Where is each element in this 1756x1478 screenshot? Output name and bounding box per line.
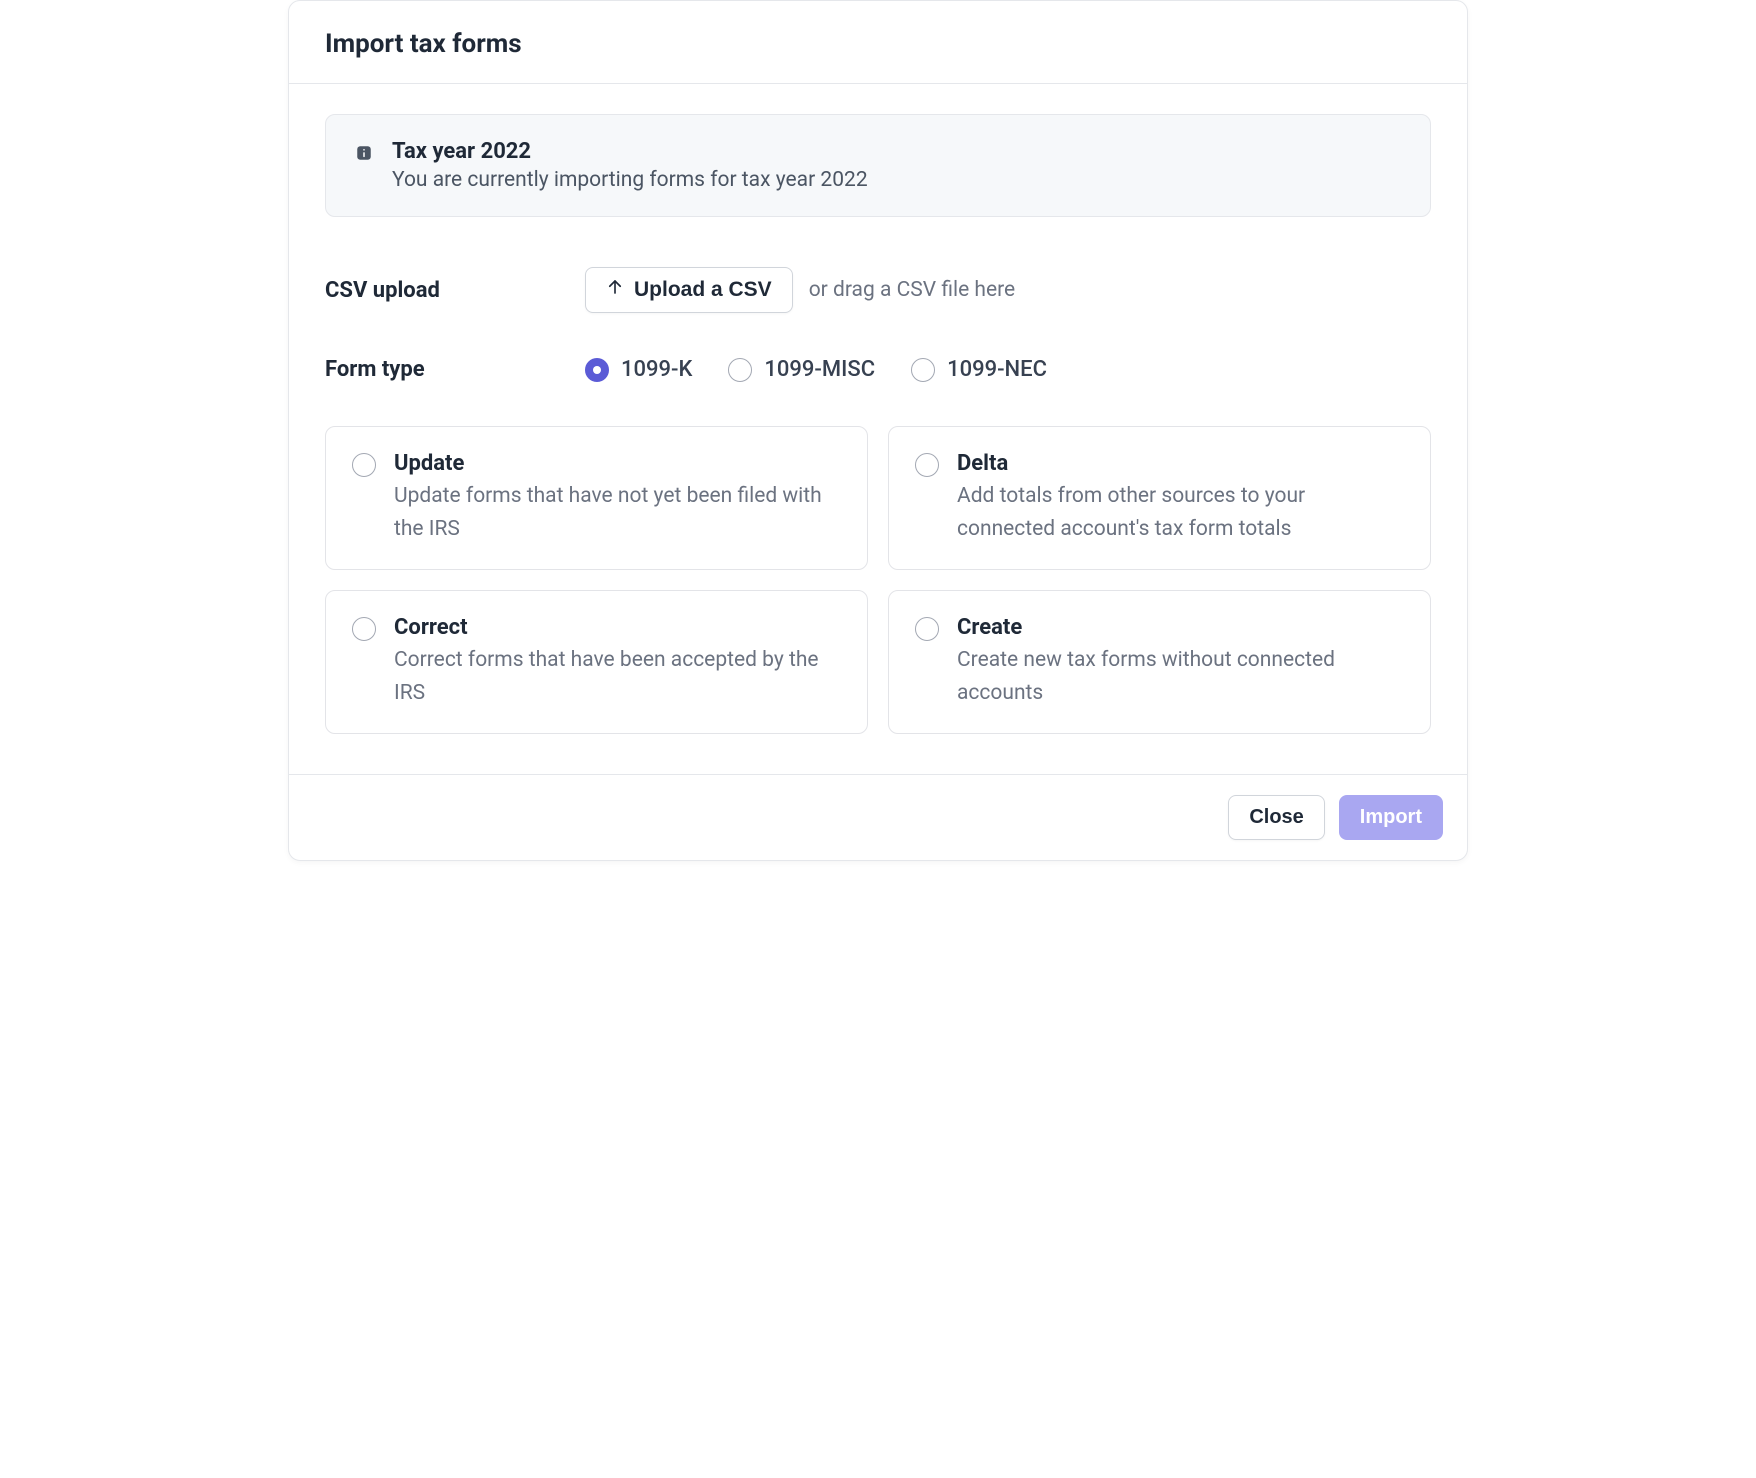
mode-desc: Correct forms that have been accepted by… bbox=[394, 644, 841, 709]
radio-icon bbox=[352, 453, 376, 477]
mode-content: Update Update forms that have not yet be… bbox=[394, 451, 841, 545]
form-type-option-1099-nec[interactable]: 1099-NEC bbox=[911, 357, 1047, 382]
radio-icon bbox=[915, 453, 939, 477]
form-type-option-1099-k[interactable]: 1099-K bbox=[585, 357, 692, 382]
mode-desc: Update forms that have not yet been file… bbox=[394, 480, 841, 545]
mode-option-update[interactable]: Update Update forms that have not yet be… bbox=[325, 426, 868, 570]
form-type-option-1099-misc[interactable]: 1099-MISC bbox=[728, 357, 875, 382]
modal-header: Import tax forms bbox=[289, 1, 1467, 84]
mode-option-correct[interactable]: Correct Correct forms that have been acc… bbox=[325, 590, 868, 734]
mode-title: Update bbox=[394, 451, 841, 476]
mode-title: Correct bbox=[394, 615, 841, 640]
modal-footer: Close Import bbox=[289, 774, 1467, 860]
import-tax-forms-modal: Import tax forms Tax year 2022 You are c… bbox=[288, 0, 1468, 861]
radio-label: 1099-MISC bbox=[764, 357, 875, 382]
import-button[interactable]: Import bbox=[1339, 795, 1443, 840]
upload-icon bbox=[606, 278, 624, 302]
upload-csv-button[interactable]: Upload a CSV bbox=[585, 267, 793, 313]
banner-description: You are currently importing forms for ta… bbox=[392, 168, 868, 192]
radio-label: 1099-NEC bbox=[947, 357, 1047, 382]
radio-icon bbox=[352, 617, 376, 641]
csv-upload-label: CSV upload bbox=[325, 278, 585, 303]
csv-upload-row: CSV upload Upload a CSV or drag a CSV fi… bbox=[325, 267, 1431, 313]
form-type-row: Form type 1099-K 1099-MISC 1099-NEC bbox=[325, 357, 1431, 382]
modal-title: Import tax forms bbox=[325, 29, 1431, 59]
import-mode-grid: Update Update forms that have not yet be… bbox=[325, 426, 1431, 734]
mode-content: Create Create new tax forms without conn… bbox=[957, 615, 1404, 709]
info-icon bbox=[354, 143, 374, 163]
modal-body: Tax year 2022 You are currently importin… bbox=[289, 84, 1467, 774]
radio-icon bbox=[915, 617, 939, 641]
drag-hint: or drag a CSV file here bbox=[809, 278, 1015, 302]
mode-option-create[interactable]: Create Create new tax forms without conn… bbox=[888, 590, 1431, 734]
mode-desc: Create new tax forms without connected a… bbox=[957, 644, 1404, 709]
mode-desc: Add totals from other sources to your co… bbox=[957, 480, 1404, 545]
csv-upload-controls: Upload a CSV or drag a CSV file here bbox=[585, 267, 1015, 313]
close-button[interactable]: Close bbox=[1228, 795, 1324, 840]
form-type-radio-group: 1099-K 1099-MISC 1099-NEC bbox=[585, 357, 1047, 382]
radio-icon bbox=[585, 358, 609, 382]
banner-content: Tax year 2022 You are currently importin… bbox=[392, 139, 868, 192]
mode-title: Create bbox=[957, 615, 1404, 640]
mode-title: Delta bbox=[957, 451, 1404, 476]
tax-year-banner: Tax year 2022 You are currently importin… bbox=[325, 114, 1431, 217]
upload-csv-label: Upload a CSV bbox=[634, 278, 772, 302]
radio-icon bbox=[728, 358, 752, 382]
mode-content: Correct Correct forms that have been acc… bbox=[394, 615, 841, 709]
radio-label: 1099-K bbox=[621, 357, 692, 382]
banner-title: Tax year 2022 bbox=[392, 139, 868, 164]
mode-content: Delta Add totals from other sources to y… bbox=[957, 451, 1404, 545]
form-type-label: Form type bbox=[325, 357, 585, 382]
radio-icon bbox=[911, 358, 935, 382]
mode-option-delta[interactable]: Delta Add totals from other sources to y… bbox=[888, 426, 1431, 570]
